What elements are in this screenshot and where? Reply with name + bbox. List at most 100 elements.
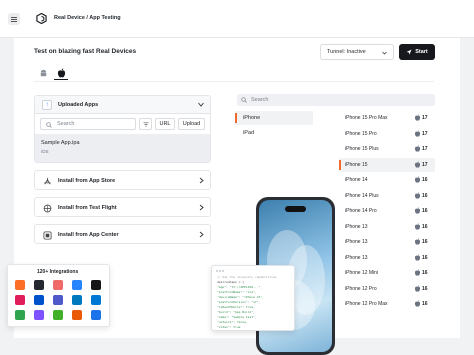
url-button[interactable]: URL <box>155 118 175 130</box>
apple-icon <box>414 207 421 214</box>
teams-icon <box>53 295 63 305</box>
install-label: Install from App Store <box>58 178 116 184</box>
device-row[interactable]: iPhone 13 16 <box>339 251 435 265</box>
gitlab-icon <box>15 280 25 290</box>
apple-icon <box>414 191 421 199</box>
device-row[interactable]: iPhone 15 17 <box>339 157 435 172</box>
device-name: iPhone 15 Plus <box>345 146 379 152</box>
upload-button[interactable]: Upload <box>178 118 205 130</box>
os-version: 16 <box>422 177 428 183</box>
uploaded-apps-header[interactable]: ↑ Uploaded Apps <box>35 96 210 114</box>
apple-icon <box>414 145 421 152</box>
menu-icon[interactable] <box>8 13 20 25</box>
os-version: 16 <box>422 192 428 199</box>
tunnel-select[interactable]: Tunnel: Inactive <box>320 44 394 60</box>
integrations-title: 120+ Integrations <box>37 269 79 275</box>
os-version: 16 <box>422 254 428 261</box>
install-label: Install from App Center <box>58 232 119 238</box>
window-dots <box>216 269 225 274</box>
device-name: iPhone 14 Plus <box>345 192 379 199</box>
device-row[interactable]: iPhone 13 16 <box>339 220 435 234</box>
os-version: 16 <box>422 285 428 292</box>
device-row[interactable]: iPhone 14 Pro 16 <box>339 204 435 218</box>
device-row[interactable]: iPhone 13 16 <box>339 235 435 249</box>
page-title: Test on blazing fast Real Devices <box>34 48 137 55</box>
github-icon <box>34 280 44 290</box>
app-list-item[interactable]: Sample App.ipa iOS <box>35 134 210 162</box>
os-version: 16 <box>422 301 428 307</box>
device-name: iPhone 15 Pro <box>345 130 377 137</box>
os-version: 17 <box>422 130 428 137</box>
os-version: 16 <box>422 208 428 214</box>
device-search-input[interactable]: Search <box>237 94 435 106</box>
device-name: iPhone 12 Pro <box>345 285 377 292</box>
bitbucket-icon <box>72 280 82 290</box>
upload-icon: ↑ <box>42 100 52 110</box>
device-name: iPhone 14 Pro <box>345 208 377 214</box>
install-app-center-button[interactable]: Install from App Center <box>34 224 211 244</box>
os-version: 16 <box>422 223 428 230</box>
os-version: 17 <box>422 146 428 152</box>
chevron-down-icon <box>382 51 387 55</box>
install-app-store-button[interactable]: Install from App Store <box>34 170 211 190</box>
family-label: iPhone <box>243 115 261 121</box>
tab-ios[interactable] <box>54 66 68 80</box>
start-button[interactable]: Start <box>399 44 435 60</box>
install-test-flight-button[interactable]: Install from Test Flight <box>34 197 211 217</box>
device-name: iPhone 13 <box>345 254 368 261</box>
asana-icon <box>53 280 63 290</box>
kotlin-icon <box>34 310 44 320</box>
app-store-icon <box>42 176 52 186</box>
device-row[interactable]: iPhone 15 Pro 17 <box>339 127 435 141</box>
tab-android[interactable] <box>36 66 50 80</box>
apple-icon <box>414 129 421 137</box>
apple-icon <box>414 114 421 121</box>
device-name: iPhone 13 <box>345 223 368 230</box>
device-name: iPhone 13 <box>345 239 368 245</box>
apple-icon <box>414 284 421 292</box>
azure-devops-icon <box>91 295 101 305</box>
device-row[interactable]: iPhone 14 16 <box>339 173 435 187</box>
app-search-input[interactable]: Search <box>40 118 136 130</box>
apple-icon <box>414 238 421 245</box>
chevron-right-icon <box>199 177 204 184</box>
start-label: Start <box>415 49 428 55</box>
apple-icon <box>414 269 421 276</box>
device-row[interactable]: iPhone 12 Pro 16 <box>339 282 435 296</box>
chevron-down-icon[interactable] <box>198 102 204 107</box>
filter-icon <box>143 121 148 127</box>
device-row[interactable]: iPhone 15 Plus 17 <box>339 142 435 156</box>
app-name: Sample App.ipa <box>41 140 80 146</box>
android-icon <box>40 69 46 76</box>
device-name: iPhone 15 Pro Max <box>345 115 388 121</box>
tunnel-value: Tunnel: Inactive <box>327 49 366 55</box>
device-name: iPhone 14 <box>345 177 368 183</box>
install-label: Install from Test Flight <box>58 205 117 211</box>
device-name: iPhone 15 <box>345 161 368 168</box>
filter-button[interactable] <box>139 118 152 130</box>
family-item-ipad[interactable]: iPad <box>235 126 313 140</box>
apple-icon <box>414 176 421 183</box>
integrations-card: 120+ Integrations <box>7 264 110 327</box>
device-row[interactable]: iPhone 14 Plus 16 <box>339 189 435 203</box>
test-flight-icon <box>42 203 52 213</box>
apple-icon <box>414 300 421 307</box>
device-row[interactable]: iPhone 12 Mini 16 <box>339 266 435 280</box>
circleci-icon <box>91 280 101 290</box>
apple-icon <box>414 160 421 168</box>
slack-icon <box>15 295 25 305</box>
tab-divider <box>34 81 434 82</box>
search-icon <box>46 122 52 128</box>
chevron-right-icon <box>199 204 204 211</box>
selenium-icon <box>53 310 63 320</box>
breadcrumb: Real Device / App Testing <box>54 15 121 21</box>
family-item-iphone[interactable]: iPhone <box>235 111 313 125</box>
top-bar: Real Device / App Testing <box>0 0 474 38</box>
settings-plugin-icon <box>15 310 25 320</box>
uploaded-apps-panel: ↑ Uploaded Apps Search URL Upload Sample… <box>34 95 211 163</box>
os-version: 16 <box>422 270 428 276</box>
code-lines: // Set the necessary capabilities desired… <box>217 275 290 330</box>
device-row[interactable]: iPhone 15 Pro Max 17 <box>339 111 435 125</box>
code-snippet: // Set the necessary capabilities desired… <box>211 265 295 331</box>
device-row[interactable]: iPhone 12 Pro Max 16 <box>339 297 435 311</box>
